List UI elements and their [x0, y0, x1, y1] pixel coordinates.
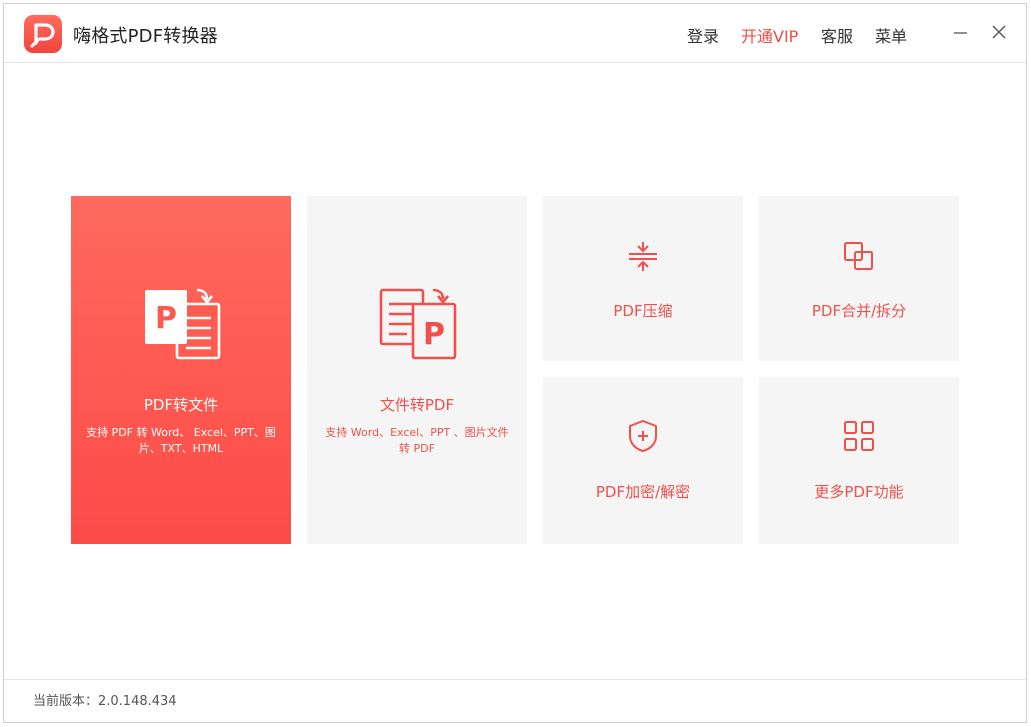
app-window: 嗨格式PDF转换器 登录 开通VIP 客服 菜单 P PDF转文件 支持 PDF… [3, 3, 1027, 723]
pdf-encrypt-card[interactable]: PDF加密/解密 [543, 377, 743, 544]
file-to-pdf-icon: P [379, 288, 457, 360]
title-bar: 嗨格式PDF转换器 登录 开通VIP 客服 菜单 [4, 4, 1026, 63]
file-to-pdf-card[interactable]: P 文件转PDF 支持 Word、Excel、PPT 、图片文件转 PDF [307, 196, 527, 544]
more-pdf-features-card[interactable]: 更多PDF功能 [759, 377, 959, 544]
shield-icon [629, 420, 657, 452]
pdf-to-file-desc: 支持 PDF 转 Word、 Excel、PPT、图片、TXT、HTML [86, 426, 276, 455]
pdf-merge-split-card[interactable]: PDF合并/拆分 [759, 196, 959, 361]
app-logo-icon [24, 15, 62, 53]
service-link[interactable]: 客服 [821, 23, 853, 47]
close-icon [992, 25, 1006, 39]
close-button[interactable] [988, 21, 1010, 43]
more-pdf-features-title: 更多PDF功能 [814, 483, 904, 501]
minimize-button[interactable] [949, 21, 971, 43]
pdf-merge-split-title: PDF合并/拆分 [811, 302, 907, 320]
pdf-compress-title: PDF压缩 [613, 302, 673, 320]
pdf-to-file-icon: P [145, 288, 221, 360]
app-title: 嗨格式PDF转换器 [73, 26, 218, 47]
grid-icon [844, 421, 874, 451]
file-to-pdf-title: 文件转PDF [379, 396, 455, 414]
merge-split-icon [844, 242, 873, 270]
pdf-to-file-card[interactable]: P PDF转文件 支持 PDF 转 Word、 Excel、PPT、图片、TXT… [71, 196, 291, 544]
pdf-compress-card[interactable]: PDF压缩 [543, 196, 743, 361]
svg-text:P: P [155, 301, 177, 336]
file-to-pdf-desc: 支持 Word、Excel、PPT 、图片文件转 PDF [325, 426, 509, 455]
version-label: 当前版本：2.0.148.434 [33, 694, 177, 709]
svg-text:P: P [423, 317, 445, 352]
pdf-to-file-title: PDF转文件 [143, 396, 219, 414]
menu-link[interactable]: 菜单 [875, 23, 907, 47]
minimize-icon [954, 32, 967, 34]
vip-link[interactable]: 开通VIP [741, 23, 798, 47]
login-link[interactable]: 登录 [687, 23, 719, 47]
compress-icon [629, 242, 657, 271]
footer-divider [4, 679, 1026, 680]
pdf-encrypt-title: PDF加密/解密 [595, 483, 691, 501]
